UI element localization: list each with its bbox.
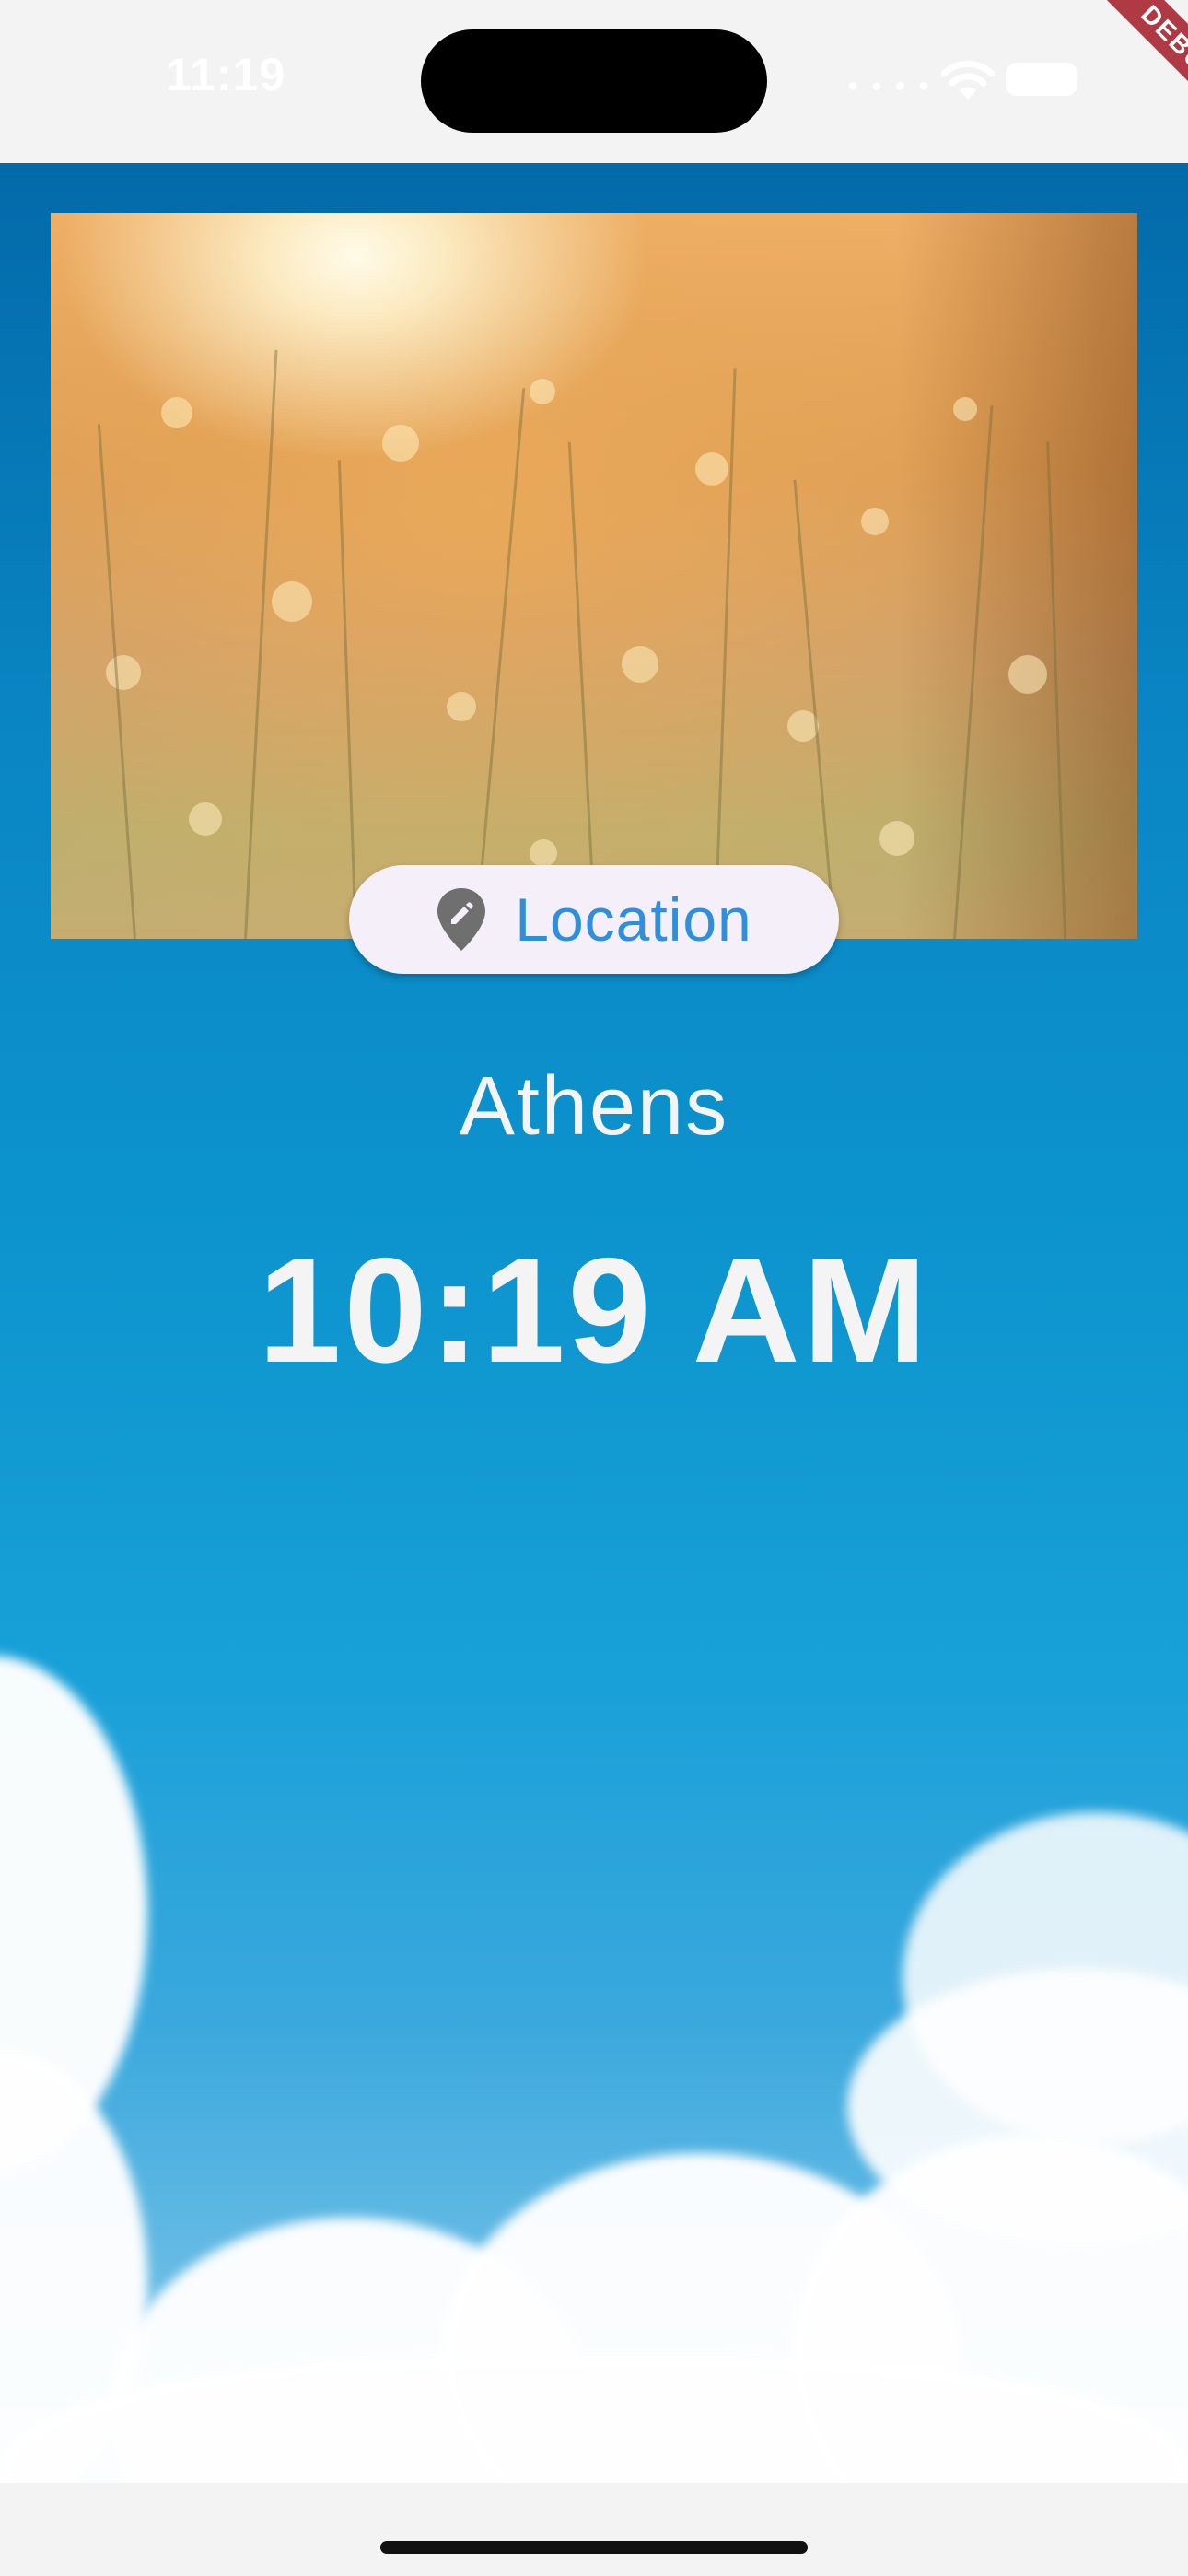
header-photo xyxy=(51,213,1137,939)
location-button-label: Location xyxy=(515,885,752,954)
location-edit-pin-icon xyxy=(437,888,486,951)
city-name: Athens xyxy=(459,1060,729,1153)
local-time: 10:19 AM xyxy=(258,1227,930,1394)
status-time: 11:19 xyxy=(166,49,286,100)
debug-banner: DEBUG xyxy=(1022,0,1188,166)
dynamic-island xyxy=(421,29,767,133)
debug-label: DEBUG xyxy=(1086,0,1188,142)
signal-icon: ● ● ● ● xyxy=(847,76,933,96)
home-indicator[interactable] xyxy=(380,2541,808,2554)
location-button[interactable]: Location xyxy=(349,865,839,974)
wifi-icon xyxy=(940,60,996,100)
status-bar: 11:19 ● ● ● ● DEBUG xyxy=(0,0,1188,163)
